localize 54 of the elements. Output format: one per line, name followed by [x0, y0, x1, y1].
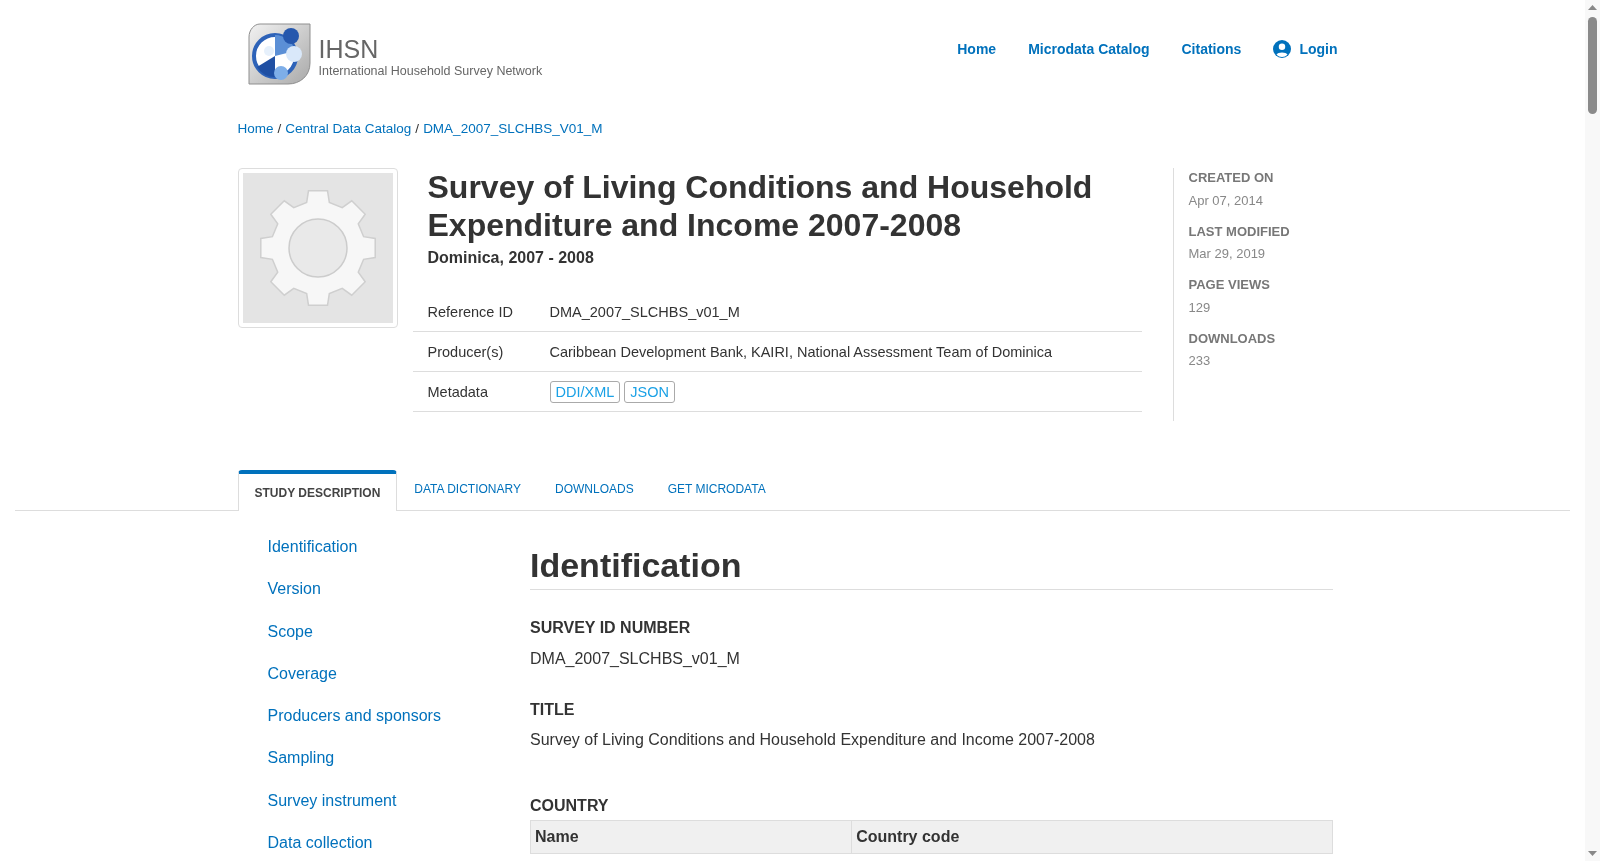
section-link[interactable]: Data collection: [267, 831, 373, 856]
section-link[interactable]: Sampling: [267, 746, 335, 771]
nav-link[interactable]: Citations: [1181, 39, 1242, 59]
section-link[interactable]: Survey instrument: [267, 788, 397, 813]
logo-subtitle: International Household Survey Network: [318, 63, 543, 79]
field-value: DMA_2007_SLCHBS_v01_M: [530, 648, 740, 669]
stat-label: DOWNLOADS: [1188, 329, 1277, 348]
detail-label: Metadata: [426, 383, 489, 400]
study-title: Survey of Living Conditions and Household Expenditure and Income 2007-2008: [426, 168, 1094, 244]
logo-icon: [247, 23, 311, 85]
detail-label: Producer(s): [426, 343, 505, 360]
scroll-up-icon[interactable]: [1588, 5, 1597, 10]
tab[interactable]: STUDY DESCRIPTION: [237, 470, 398, 511]
table-header-cell: Country code: [851, 821, 1332, 853]
nav-link[interactable]: Microdata Catalog: [1028, 39, 1150, 59]
logo-title: IHSN: [318, 35, 380, 63]
stat-label: LAST MODIFIED: [1188, 222, 1291, 241]
field-value: Survey of Living Conditions and Household Expenditure and Income 2007-2008: [530, 730, 1095, 750]
detail-label: Reference ID: [426, 303, 514, 320]
stat-value: 233: [1188, 352, 1212, 370]
section-link[interactable]: Scope: [267, 619, 313, 644]
metadata-download-button[interactable]: JSON: [624, 380, 675, 403]
breadcrumb-separator: /: [415, 120, 420, 138]
field-label: TITLE: [530, 699, 575, 720]
gear-icon: [258, 189, 377, 307]
stat-label: CREATED ON: [1188, 169, 1275, 187]
detail-value: Caribbean Development Bank, KAIRI, National Assessment Team of Dominica: [549, 343, 1053, 360]
section-link[interactable]: Producers and sponsors: [267, 704, 441, 729]
section-link[interactable]: Identification: [267, 535, 358, 559]
user-icon: [1273, 40, 1292, 58]
section-link[interactable]: Version: [267, 577, 321, 602]
section-heading: Identification: [530, 545, 1333, 590]
breadcrumb-separator: /: [277, 120, 282, 138]
scrollbar-thumb[interactable]: [1588, 17, 1597, 114]
section-link[interactable]: Coverage: [267, 661, 337, 686]
table-header-cell-text: Name: [534, 827, 580, 847]
stat-value: Mar 29, 2019: [1188, 245, 1267, 263]
study-subtitle: Dominica, 2007 - 2008: [426, 248, 595, 268]
stat-value: 129: [1188, 298, 1212, 317]
tab[interactable]: DATA DICTIONARY: [397, 470, 538, 510]
tab[interactable]: DOWNLOADS: [538, 470, 651, 510]
detail-value: DMA_2007_SLCHBS_v01_M: [549, 303, 740, 320]
login-link[interactable]: Login: [1273, 39, 1338, 59]
scroll-down-icon[interactable]: [1588, 851, 1597, 856]
field-label: COUNTRY: [530, 796, 609, 816]
nav-link[interactable]: Home: [957, 39, 997, 59]
stat-value: Apr 07, 2014: [1188, 191, 1264, 210]
field-label: SURVEY ID NUMBER: [530, 618, 691, 638]
stat-label: PAGE VIEWS: [1188, 276, 1271, 294]
metadata-download-button[interactable]: DDI/XML: [549, 380, 621, 403]
breadcrumb-link[interactable]: Central Data Catalog: [285, 120, 412, 138]
tab[interactable]: GET MICRODATA: [650, 470, 783, 510]
breadcrumb-link[interactable]: DMA_2007_SLCHBS_V01_M: [423, 120, 603, 138]
breadcrumb-link[interactable]: Home: [237, 120, 274, 138]
